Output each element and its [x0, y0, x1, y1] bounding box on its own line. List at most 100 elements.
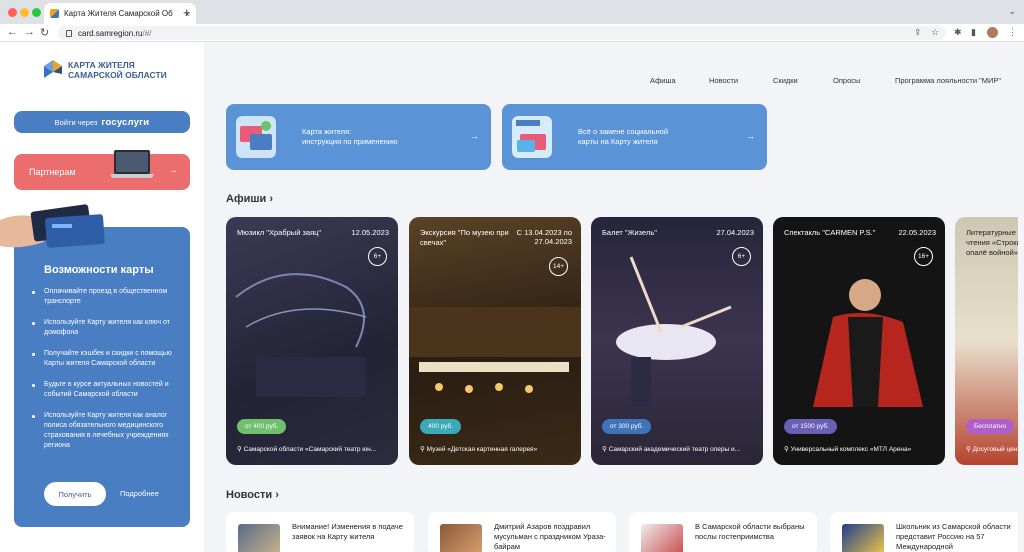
url-host: card.samregion.ru	[78, 28, 143, 38]
banner-instructions-line1: Карта жителя:	[302, 127, 352, 136]
event-date: С 13.04.2023 по 27.04.2023	[516, 228, 572, 246]
venue-text: Самарской области «Самарский театр юн...	[243, 446, 377, 453]
tab-list-chevron-icon[interactable]: ⌄	[1008, 6, 1016, 17]
card-features-panel: Возможности карты Оплачивайте проезд в о…	[14, 227, 190, 527]
arrow-right-icon: →	[470, 131, 479, 141]
event-poster-image	[616, 256, 732, 407]
news-text: Дмитрий Азаров поздравил мусульман с пра…	[494, 522, 606, 551]
afisha-card[interactable]: Балет "Жизель" 27.04.2023 6+ от 300 руб.…	[591, 217, 763, 465]
news-thumbnail	[238, 524, 280, 552]
price-badge: Бесплатно	[966, 419, 1015, 434]
event-date: 22.05.2023	[898, 228, 936, 237]
feature-item: Будьте в курсе актуальных новостей и соб…	[32, 380, 182, 400]
laptop-illustration	[110, 150, 154, 178]
event-venue: ⚲ Универсальный комплекс «МТЛ Арена»	[784, 446, 912, 453]
feature-item: Используйте Карту жителя как аналог поли…	[32, 411, 182, 451]
news-thumbnail	[641, 524, 683, 552]
partners-label: Партнерам	[29, 167, 76, 177]
address-bar[interactable]: card.samregion.ru/#/	[58, 26, 946, 40]
lock-icon	[66, 29, 72, 37]
event-venue: ⚲ Самарский академический театр оперы и.…	[602, 446, 740, 453]
logo-line2: САМАРСКОЙ ОБЛАСТИ	[68, 70, 167, 80]
news-text: Внимание! Изменения в подаче заявок на К…	[292, 522, 403, 541]
news-thumbnail	[842, 524, 884, 552]
afisha-card[interactable]: Литературные чтения «Строки, опалё войно…	[955, 217, 1024, 465]
feature-item: Используйте Карту жителя как ключ от дом…	[32, 318, 182, 338]
banner-replacement-line2: карты на Карту жителя	[578, 137, 658, 146]
nav-polls[interactable]: Опросы	[833, 76, 860, 85]
event-name: Литературные чтения «Строки, опалё войно…	[966, 228, 1023, 257]
banner-card-replacement[interactable]: Всё о замене социальной карты на Карту ж…	[502, 104, 767, 170]
event-name: Балет "Жизель"	[602, 228, 657, 237]
nav-afisha[interactable]: Афиша	[650, 76, 676, 85]
news-card[interactable]: Дмитрий Азаров поздравил мусульман с пра…	[428, 512, 616, 552]
news-section-title[interactable]: Новости ›	[226, 489, 279, 501]
nav-news[interactable]: Новости	[709, 76, 738, 85]
site-logo[interactable]: КАРТА ЖИТЕЛЯ САМАРСКОЙ ОБЛАСТИ	[44, 60, 167, 80]
event-venue: ⚲ Музей «Детская картинная галерея»	[420, 446, 538, 453]
card-replacement-illustration	[512, 116, 552, 158]
forward-button[interactable]: →	[24, 26, 35, 38]
banner-instructions[interactable]: Карта жителя: инструкция по применению →	[226, 104, 491, 170]
browser-tab-strip: Карта Жителя Самарской Об × + ⌄	[0, 0, 1024, 24]
chevron-right-icon: ›	[275, 489, 279, 501]
afisha-card[interactable]: Мюзикл "Храбрый заяц" 12.05.2023 6+ от 4…	[226, 217, 398, 465]
news-card[interactable]: В Самарской области выбраны послы гостеп…	[629, 512, 817, 552]
close-window-icon[interactable]	[8, 8, 17, 17]
nav-loyalty[interactable]: Программа лояльности "МИР"	[895, 76, 1001, 85]
features-list: Оплачивайте проезд в общественном трансп…	[32, 287, 182, 462]
browser-tab[interactable]: Карта Жителя Самарской Об ×	[44, 3, 196, 24]
minimize-window-icon[interactable]	[20, 8, 29, 17]
maximize-window-icon[interactable]	[32, 8, 41, 17]
share-icon[interactable]: ⇪	[914, 27, 922, 38]
new-tab-button[interactable]: +	[183, 5, 191, 20]
sidepanel-icon[interactable]: ▮	[971, 27, 976, 38]
arrow-right-icon: →	[746, 131, 755, 141]
gosuslugi-login-button[interactable]: Войти через госуслуги	[14, 111, 190, 133]
price-badge: от 300 руб.	[602, 419, 652, 434]
event-venue: ⚲ Досуговый цен...	[966, 446, 1023, 453]
back-button[interactable]: ←	[7, 26, 18, 38]
feature-item: Оплачивайте проезд в общественном трансп…	[32, 287, 182, 307]
event-date: 12.05.2023	[351, 228, 389, 237]
banner-instructions-line2: инструкция по применению	[302, 137, 398, 146]
afisha-card[interactable]: Спектакль "CARMEN P.S." 22.05.2023 16+ о…	[773, 217, 945, 465]
bookmark-star-icon[interactable]: ☆	[931, 27, 939, 38]
features-title: Возможности карты	[44, 264, 154, 276]
afisha-card[interactable]: Экскурсия "По музею при свечах" С 13.04.…	[409, 217, 581, 465]
more-link[interactable]: Подробнее	[120, 489, 159, 498]
afisha-section-title[interactable]: Афиши ›	[226, 193, 273, 205]
menu-kebab-icon[interactable]: ⋮	[1008, 27, 1017, 38]
reload-button[interactable]: ↻	[40, 26, 49, 39]
hand-cards-illustration	[0, 204, 105, 248]
venue-text: Самарский академический театр оперы и...	[608, 446, 740, 453]
news-card[interactable]: Школьник из Самарской области представит…	[830, 512, 1024, 552]
page-viewport: КАРТА ЖИТЕЛЯ САМАРСКОЙ ОБЛАСТИ Войти чер…	[0, 42, 1024, 552]
favicon-icon	[50, 9, 59, 18]
venue-text: Досуговый цен...	[972, 446, 1023, 453]
nav-discounts[interactable]: Скидки	[773, 76, 798, 85]
browser-toolbar: ← → ↻ card.samregion.ru/#/ ⇪ ☆ ✱ ▮ ⋮	[0, 24, 1024, 42]
extensions-icon[interactable]: ✱	[954, 27, 962, 38]
arrow-right-icon: →	[168, 165, 178, 176]
event-poster-image	[409, 307, 581, 393]
age-rating-badge: 16+	[914, 247, 933, 266]
partners-button[interactable]: Партнерам →	[14, 154, 190, 190]
price-badge: от 1500 руб.	[784, 419, 837, 434]
age-rating-badge: 6+	[732, 247, 751, 266]
get-card-button[interactable]: Получить	[44, 482, 106, 506]
chevron-right-icon: ›	[269, 193, 273, 205]
profile-avatar[interactable]	[987, 27, 998, 38]
event-poster-image	[813, 279, 923, 407]
banner-replacement-line1: Всё о замене социальной	[578, 127, 669, 136]
event-name: Спектакль "CARMEN P.S."	[784, 228, 876, 237]
event-date: 27.04.2023	[716, 228, 754, 237]
logo-icon	[44, 60, 62, 78]
instructions-illustration	[236, 116, 276, 158]
page-scrollbar[interactable]	[1018, 42, 1024, 552]
event-venue: ⚲ Самарской области «Самарский театр юн.…	[237, 446, 377, 453]
price-badge: от 400 руб.	[237, 419, 287, 434]
news-thumbnail	[440, 524, 482, 552]
news-title-text: Новости	[226, 489, 273, 501]
news-card[interactable]: Внимание! Изменения в подаче заявок на К…	[226, 512, 414, 552]
